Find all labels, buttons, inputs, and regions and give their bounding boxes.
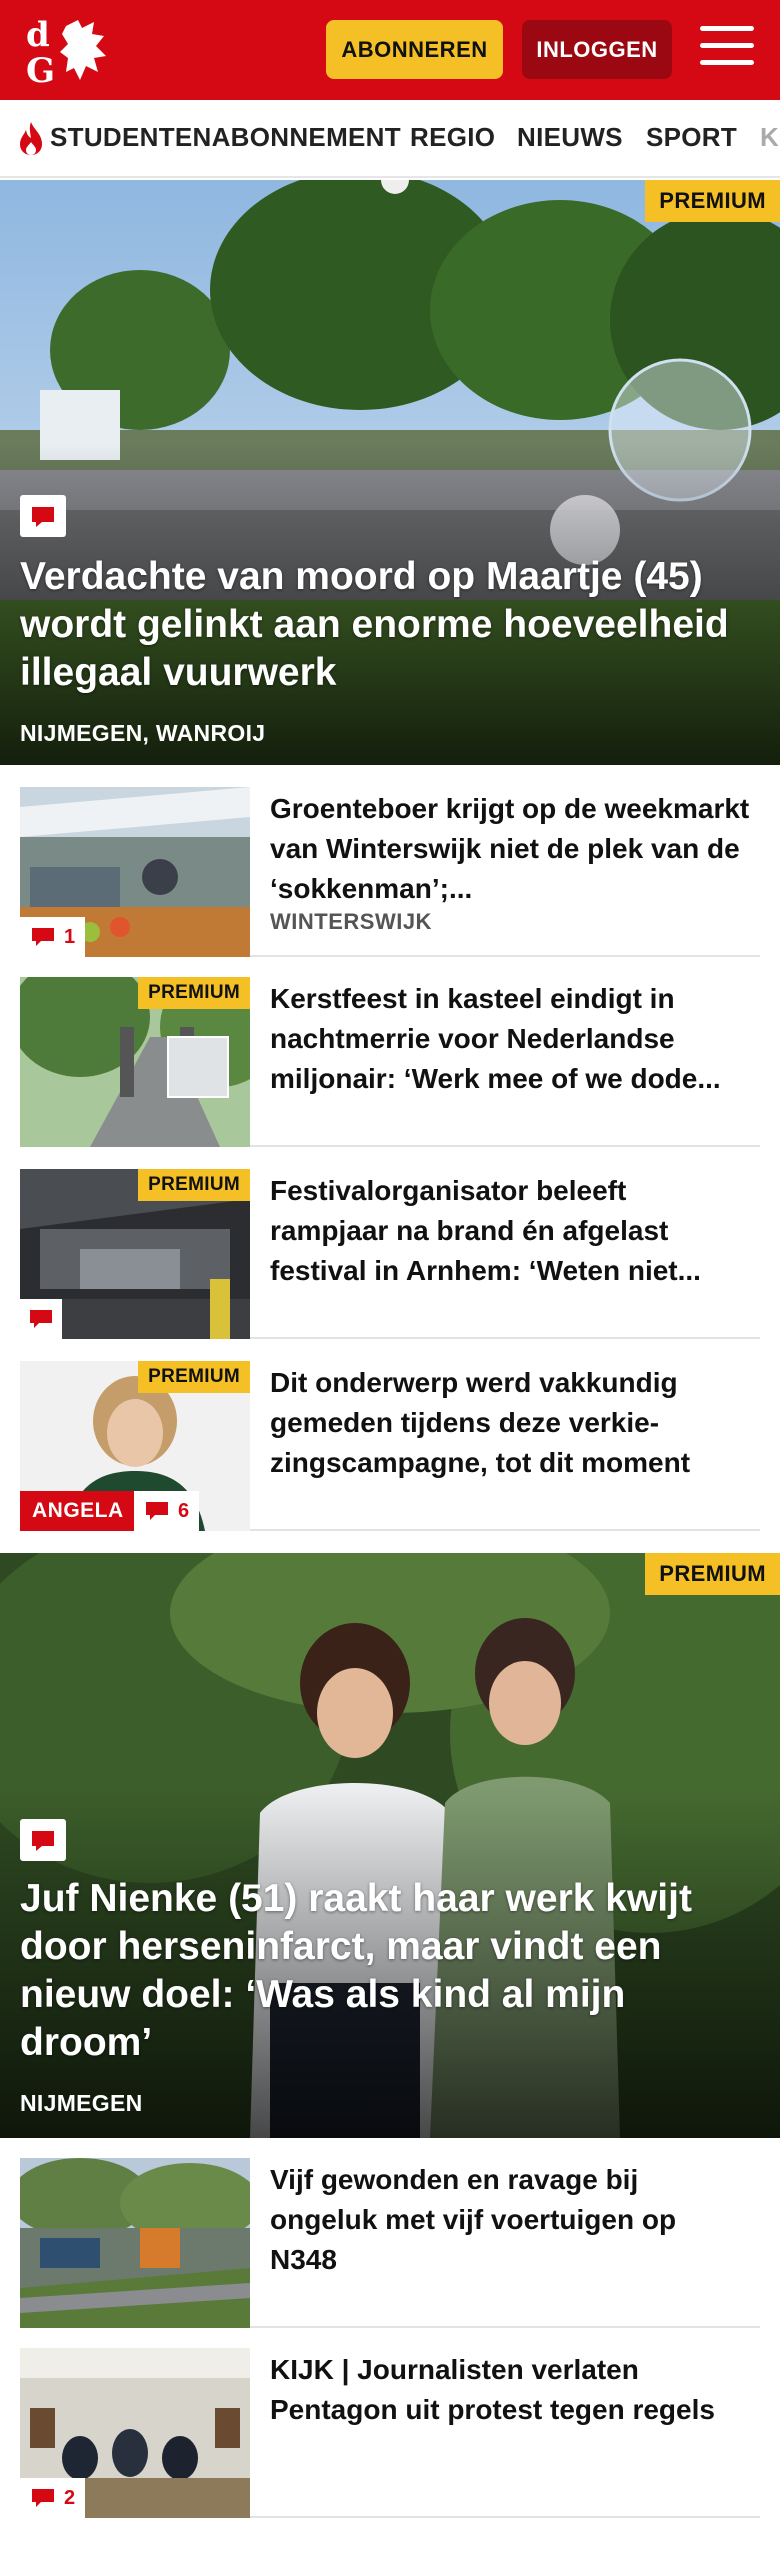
nav-item-sport[interactable]: SPORT xyxy=(646,122,737,153)
nav-item-regio[interactable]: REGIO xyxy=(410,122,495,153)
list-item[interactable]: PREMIUM Kerstfeest in kasteel eindigt in… xyxy=(20,977,760,1147)
comment-count: 2 xyxy=(20,2478,86,2518)
premium-badge: PREMIUM xyxy=(645,1553,780,1595)
list-item[interactable]: 1 Groenteboer krijgt op de weekmarkt van… xyxy=(20,787,760,957)
article-title[interactable]: Dit onderwerp werd vakkundig gemeden tij… xyxy=(270,1363,750,1483)
article-location: WINTERSWIJK xyxy=(270,909,432,934)
hero-title[interactable]: Juf Nienke (51) raakt haar werk kwijt do… xyxy=(20,1875,750,2067)
hero-location: NIJMEGEN, WANROIJ xyxy=(20,720,266,746)
article-thumbnail xyxy=(20,2158,250,2328)
list-item[interactable]: 2 KIJK | Journalisten verlaten Pentagon … xyxy=(20,2348,760,2518)
premium-badge: PREMIUM xyxy=(138,977,250,1009)
comment-icon xyxy=(20,495,66,537)
premium-badge: PREMIUM xyxy=(138,1361,250,1393)
hero-title[interactable]: Verdachte van moord op Maartje (45) word… xyxy=(20,553,750,697)
hero-article[interactable]: PREMIUM Juf Nienke (51) raakt haar werk … xyxy=(0,1553,780,2138)
article-title[interactable]: Vijf gewonden en ravage bij ongeluk met … xyxy=(270,2160,750,2280)
list-item[interactable]: PREMIUM Festivalorganisator beleeft ramp… xyxy=(20,1169,760,1339)
article-title[interactable]: Kerstfeest in kasteel eindigt in nachtme… xyxy=(270,979,750,1099)
comment-count: 6 xyxy=(134,1491,200,1531)
premium-badge: PREMIUM xyxy=(645,180,780,222)
list-item[interactable]: PREMIUM ANGELA 6 Dit onderwerp werd vakk… xyxy=(20,1361,760,1531)
dg-logo[interactable]: d G xyxy=(22,12,118,88)
section-nav: STUDENTENABONNEMENT REGIO NIEUWS SPORT K xyxy=(0,100,780,178)
comment-icon xyxy=(20,1819,66,1861)
flame-icon xyxy=(20,122,42,155)
hero-location: NIJMEGEN xyxy=(20,2090,143,2116)
svg-text:G: G xyxy=(26,51,55,88)
top-header: d G ABONNEREN INLOGGEN xyxy=(0,0,780,100)
comment-icon xyxy=(20,1299,62,1339)
comment-count: 1 xyxy=(20,917,86,957)
article-title[interactable]: KIJK | Journalisten verlaten Pentagon ui… xyxy=(270,2350,750,2430)
premium-badge: PREMIUM xyxy=(138,1169,250,1201)
subscribe-button[interactable]: ABONNEREN xyxy=(326,20,503,79)
login-button[interactable]: INLOGGEN xyxy=(522,20,672,79)
menu-icon[interactable] xyxy=(700,26,754,72)
list-item[interactable]: Vijf gewonden en ravage bij ongeluk met … xyxy=(20,2158,760,2328)
nav-item-nieuws[interactable]: NIEUWS xyxy=(517,122,623,153)
nav-item-more[interactable]: K xyxy=(760,122,779,153)
nav-item-studentenabonnement[interactable]: STUDENTENABONNEMENT xyxy=(50,122,401,153)
author-tag: ANGELA xyxy=(20,1491,136,1531)
hero-article[interactable]: PREMIUM Verdachte van moord op Maartje (… xyxy=(0,180,780,765)
article-title[interactable]: Festivalorganisator beleeft rampjaar na … xyxy=(270,1171,750,1291)
svg-text:d: d xyxy=(26,15,50,55)
article-title[interactable]: Groenteboer krijgt op de weekmarkt van W… xyxy=(270,789,750,909)
